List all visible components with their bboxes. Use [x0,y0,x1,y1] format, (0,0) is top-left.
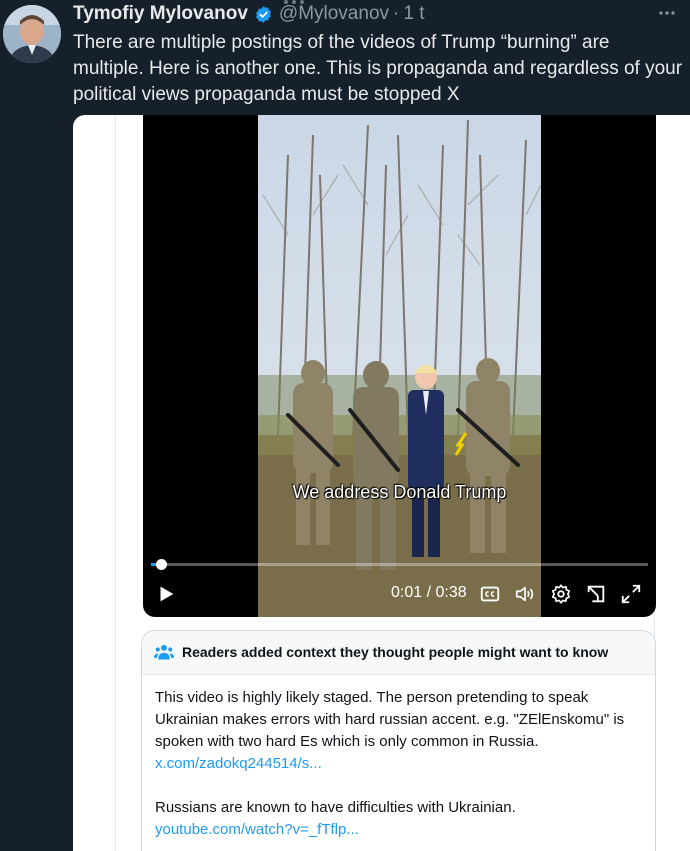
tweet: Tymofiy Mylovanov @Mylovanov · 1 t There… [0,0,690,851]
tweet-text: There are multiple postings of the video… [73,32,683,105]
video-timecode: 0:01 / 0:38 [391,584,467,602]
fullscreen-icon[interactable] [620,583,642,605]
community-note-body: This video is highly likely staged. The … [155,687,645,851]
volume-icon[interactable] [514,583,536,605]
tweet-timestamp[interactable]: 1 t [403,3,424,25]
current-time: 0:01 [391,584,423,601]
note-paragraph: This video is highly likely staged. The … [155,689,625,750]
video-controls: 0:01 / 0:38 [143,577,656,615]
video-player[interactable]: We address Donald Trump 0:01 / 0:38 [143,115,656,617]
verified-badge-icon [255,5,271,23]
author-handle[interactable]: @Mylovanov [279,3,389,25]
people-icon [154,644,174,660]
timecode-separator: / [422,584,436,601]
video-progress-thumb[interactable] [156,559,168,570]
community-note-title: Readers added context they thought peopl… [182,644,609,660]
duration: 0:38 [435,584,467,601]
video-progress-bar[interactable] [151,559,648,570]
note-link[interactable]: x.com/zadokq244514/s... [155,753,645,775]
video-frame [258,115,541,617]
card-divider [115,115,116,851]
tweet-header: Tymofiy Mylovanov @Mylovanov · 1 t [73,3,424,25]
pip-icon[interactable] [585,583,607,605]
play-icon[interactable] [155,583,177,605]
video-caption: We address Donald Trump [292,482,507,502]
community-note[interactable]: Readers added context they thought peopl… [141,630,656,851]
community-note-header: Readers added context they thought peopl… [142,631,655,675]
settings-icon[interactable] [550,583,572,605]
header-separator: · [393,3,400,24]
avatar[interactable] [3,5,61,63]
author-name[interactable]: Tymofiy Mylovanov [73,3,248,25]
more-horizontal-icon[interactable] [658,4,676,27]
note-paragraph: Russians are known to have difficulties … [155,799,516,816]
note-link[interactable]: youtube.com/watch?v=_fTflp... [155,819,645,841]
captions-icon[interactable] [479,583,501,605]
quoted-card: We address Donald Trump 0:01 / 0:38 Read… [73,115,690,851]
